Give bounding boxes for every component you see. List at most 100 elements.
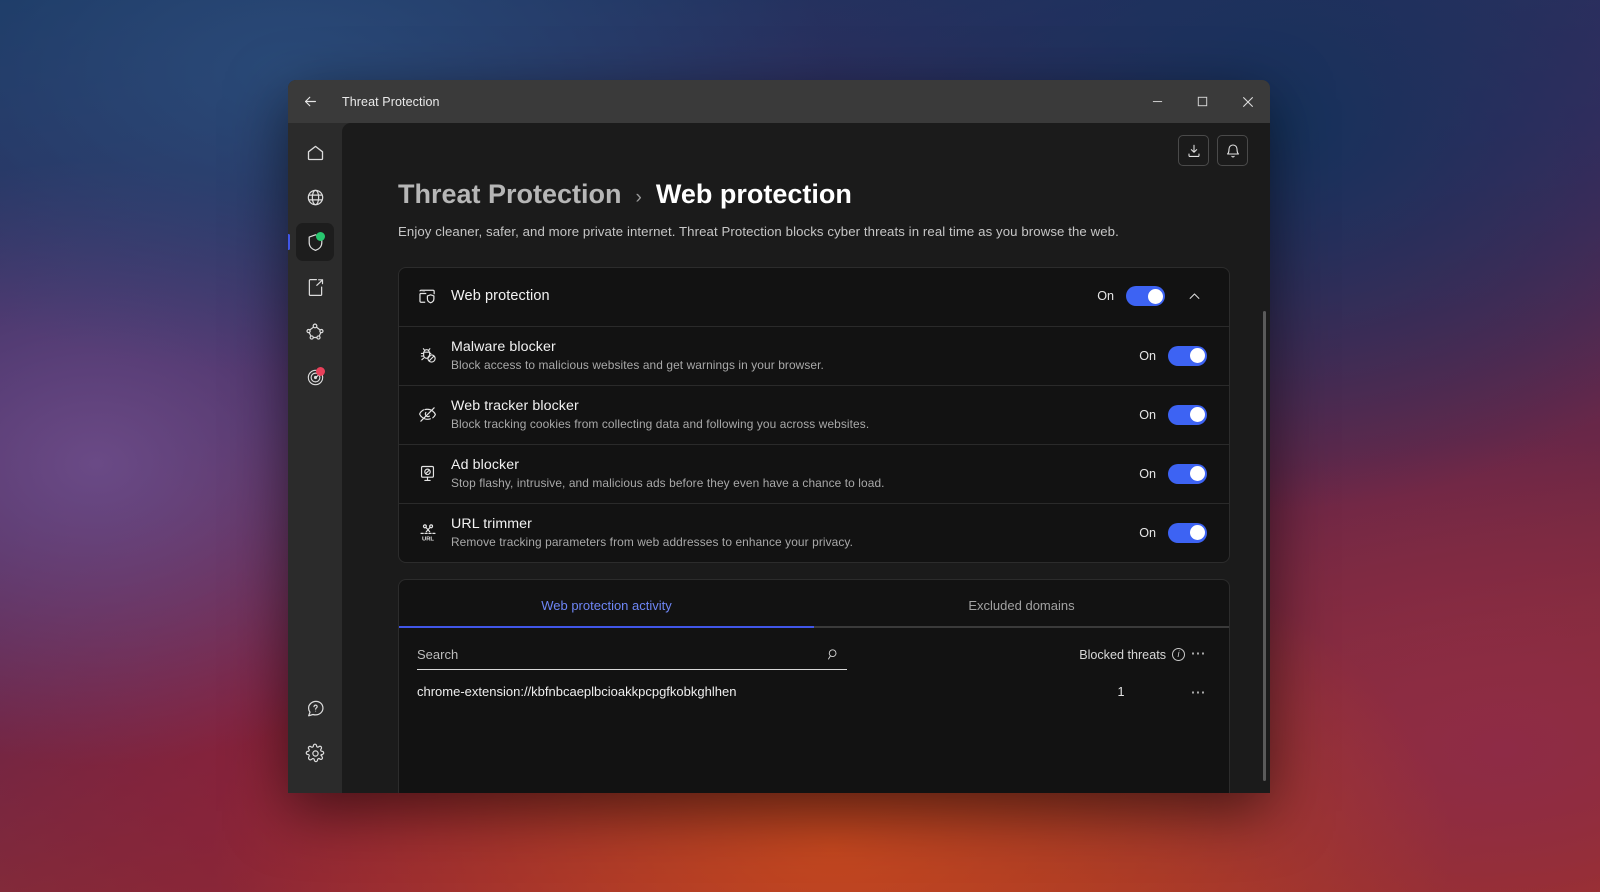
row-url-trimmer-controls: On bbox=[1139, 522, 1207, 543]
window-title: Threat Protection bbox=[342, 94, 440, 109]
rail-bottom-group bbox=[296, 689, 334, 793]
maximize-button[interactable] bbox=[1180, 80, 1225, 123]
row-title-malware-blocker: Malware blocker bbox=[451, 339, 556, 356]
row-malware-blocker-controls: On bbox=[1139, 345, 1207, 366]
row-url-trimmer-text: URL trimmer Remove tracking parameters f… bbox=[451, 516, 1139, 549]
row-desc-web-tracker-blocker: Block tracking cookies from collecting d… bbox=[451, 417, 870, 432]
search-icon[interactable] bbox=[826, 647, 841, 662]
browser-shield-icon bbox=[419, 289, 435, 304]
search-input[interactable] bbox=[417, 646, 826, 662]
eye-off-icon-wrap bbox=[417, 404, 451, 425]
activity-tabs: Web protection activity Excluded domains bbox=[399, 580, 1229, 628]
breadcrumb: Threat Protection › Web protection bbox=[398, 179, 1230, 211]
bug-blocked-icon bbox=[420, 348, 436, 363]
row-domain: chrome-extension://kbfnbcaeplbcioakkpcpg… bbox=[417, 684, 737, 700]
toggle-state-ad-blocker: On bbox=[1139, 466, 1156, 481]
page-subtitle: Enjoy cleaner, safer, and more private i… bbox=[398, 223, 1119, 239]
search-glass-icon bbox=[827, 649, 837, 660]
svg-text:URL: URL bbox=[422, 536, 434, 542]
sidebar-item-threat-protection[interactable] bbox=[288, 223, 334, 261]
toggle-knob bbox=[1147, 288, 1163, 304]
page-title: Web protection bbox=[655, 179, 852, 209]
url-scissors-icon-wrap: URL bbox=[417, 522, 451, 544]
close-button[interactable] bbox=[1225, 80, 1270, 123]
web-protection-card: Web protection On Malware blocker Block … bbox=[398, 266, 1230, 563]
minimize-icon bbox=[1152, 101, 1163, 103]
desktop-background: Threat Protection Threat Protection › We… bbox=[0, 0, 1600, 892]
status-badge-green bbox=[316, 232, 325, 241]
window-body: Threat Protection › Web protection Enjoy… bbox=[288, 123, 1270, 793]
ad-blocked-icon-wrap bbox=[417, 463, 451, 484]
row-title-web-tracker-blocker: Web tracker blocker bbox=[451, 398, 579, 415]
toggle-state-web-tracker-blocker: On bbox=[1139, 407, 1156, 422]
sidebar-item-settings[interactable] bbox=[296, 734, 334, 772]
table-row[interactable]: chrome-extension://kbfnbcaeplbcioakkpcpg… bbox=[399, 670, 1229, 714]
info-icon[interactable]: i bbox=[1172, 648, 1185, 662]
toggle-web-tracker-blocker[interactable] bbox=[1168, 404, 1207, 425]
toggle-malware-blocker[interactable] bbox=[1168, 345, 1207, 366]
toggle-ad-blocker[interactable] bbox=[1168, 463, 1207, 484]
toggle-url-trimmer[interactable] bbox=[1168, 522, 1207, 543]
content-surface: Threat Protection › Web protection Enjoy… bbox=[342, 123, 1270, 793]
browser-shield-icon-wrap bbox=[417, 286, 451, 307]
toggle-web-protection[interactable] bbox=[1126, 286, 1165, 307]
globe-icon bbox=[307, 189, 323, 205]
sidebar-item-file-share[interactable] bbox=[296, 268, 334, 306]
row-url-trimmer: URL URL trimmer Remove tracking paramete… bbox=[399, 502, 1229, 562]
breadcrumb-parent[interactable]: Threat Protection bbox=[398, 179, 622, 211]
collapse-button[interactable] bbox=[1181, 283, 1207, 309]
content-scroll-area: Threat Protection › Web protection Enjoy… bbox=[342, 123, 1270, 793]
back-button[interactable] bbox=[288, 80, 332, 123]
download-button[interactable] bbox=[1178, 135, 1209, 166]
toggle-knob bbox=[1189, 466, 1205, 482]
gear-icon bbox=[305, 743, 324, 762]
row-title-web-protection: Web protection bbox=[451, 288, 550, 305]
toggle-knob bbox=[1189, 525, 1205, 541]
chevron-up-icon bbox=[1189, 293, 1199, 299]
sidebar-item-help[interactable] bbox=[296, 689, 334, 727]
row-options-button[interactable]: ⋯ bbox=[1185, 680, 1213, 704]
row-desc-ad-blocker: Stop flashy, intrusive, and malicious ad… bbox=[451, 476, 885, 491]
activity-card: Web protection activity Excluded domains bbox=[398, 578, 1230, 793]
content-scrollbar[interactable] bbox=[1263, 311, 1266, 781]
ad-blocked-icon bbox=[420, 466, 435, 482]
sidebar-item-vpn[interactable] bbox=[296, 178, 334, 216]
download-icon bbox=[1187, 144, 1200, 157]
maximize-icon bbox=[1197, 96, 1208, 107]
eye-off-icon bbox=[419, 407, 436, 423]
search-field[interactable] bbox=[417, 643, 847, 670]
row-malware-blocker-text: Malware blocker Block access to maliciou… bbox=[451, 339, 1139, 372]
file-share-icon bbox=[308, 278, 323, 296]
settings-section: Web protection On Malware blocker Block … bbox=[342, 239, 1270, 793]
row-web-protection-master: Web protection On bbox=[399, 268, 1229, 326]
tab-web-protection-activity[interactable]: Web protection activity bbox=[399, 580, 814, 628]
toggle-state-web-protection: On bbox=[1097, 289, 1114, 304]
toggle-knob bbox=[1189, 407, 1205, 423]
row-malware-blocker: Malware blocker Block access to maliciou… bbox=[399, 325, 1229, 385]
row-title-ad-blocker: Ad blocker bbox=[451, 457, 520, 474]
column-header-blocked-threats-label: Blocked threats bbox=[1079, 647, 1166, 662]
row-desc-malware-blocker: Block access to malicious websites and g… bbox=[451, 358, 824, 373]
bell-icon bbox=[1226, 143, 1239, 157]
sidebar-item-dark-web-monitor[interactable] bbox=[296, 358, 334, 396]
activity-list-header: Blocked threats i ⋯ bbox=[399, 628, 1229, 670]
tab-excluded-domains[interactable]: Excluded domains bbox=[814, 580, 1229, 628]
toggle-state-url-trimmer: On bbox=[1139, 525, 1156, 540]
title-bar: Threat Protection bbox=[288, 80, 1270, 123]
minimize-button[interactable] bbox=[1135, 80, 1180, 123]
url-scissors-icon: URL bbox=[420, 524, 436, 542]
home-icon bbox=[307, 145, 323, 160]
sidebar-item-meshnet[interactable] bbox=[296, 313, 334, 351]
notifications-button[interactable] bbox=[1217, 135, 1248, 166]
toggle-state-malware-blocker: On bbox=[1139, 348, 1156, 363]
meshnet-icon bbox=[306, 323, 324, 340]
row-ad-blocker: Ad blocker Stop flashy, intrusive, and m… bbox=[399, 443, 1229, 503]
row-ad-blocker-controls: On bbox=[1139, 463, 1207, 484]
row-web-protection-text: Web protection bbox=[451, 288, 1097, 304]
bug-blocked-icon-wrap bbox=[417, 345, 451, 366]
sidebar-item-home[interactable] bbox=[296, 133, 334, 171]
row-web-tracker-blocker: Web tracker blocker Block tracking cooki… bbox=[399, 384, 1229, 444]
help-icon bbox=[307, 700, 324, 716]
list-options-button[interactable]: ⋯ bbox=[1185, 640, 1213, 666]
breadcrumb-separator: › bbox=[635, 187, 642, 208]
